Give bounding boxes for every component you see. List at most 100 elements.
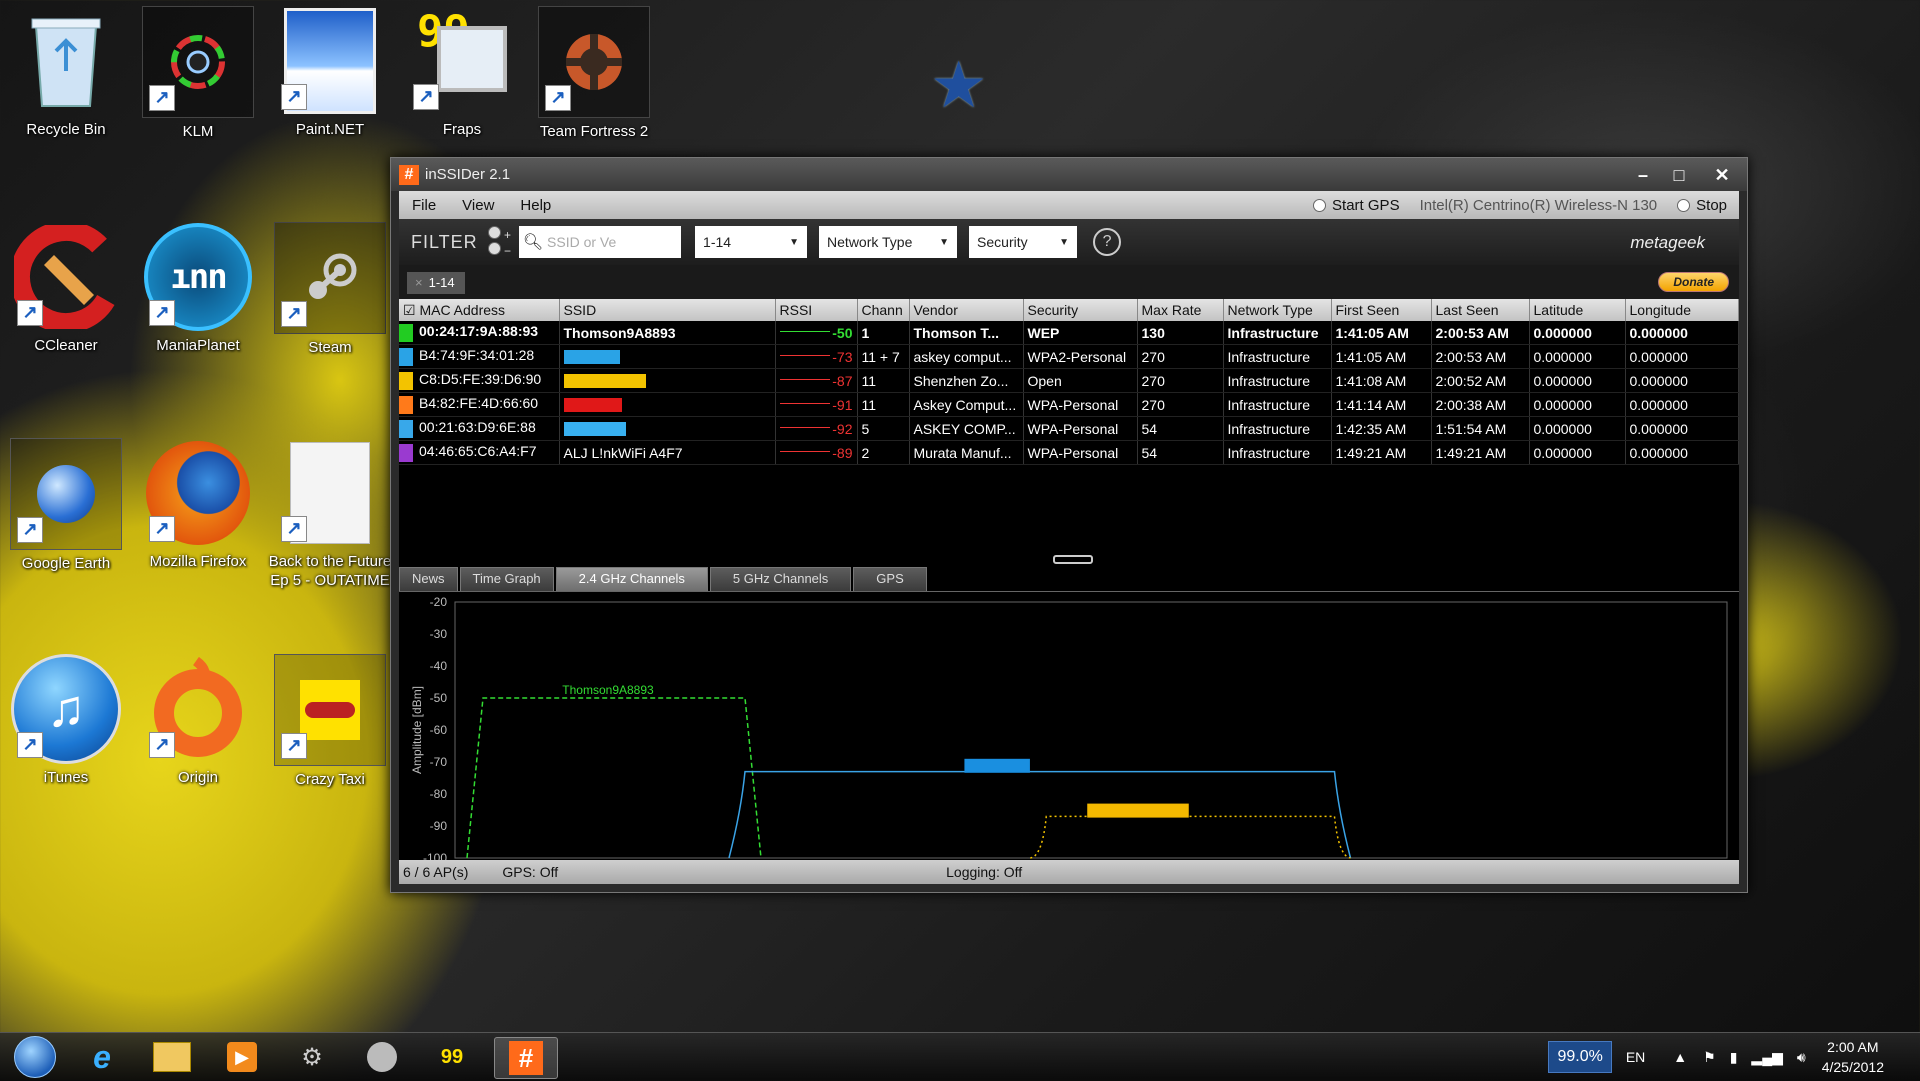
panel-splitter[interactable] bbox=[1053, 555, 1093, 564]
table-row[interactable]: 00:24:17:9A:88:93 Thomson9A8893 -50 1 Thomso… bbox=[399, 321, 1739, 345]
network-color-swatch[interactable] bbox=[399, 347, 413, 366]
desktop-icon-ccleaner[interactable]: ↗ CCleaner bbox=[0, 222, 132, 355]
minimize-button[interactable]: – bbox=[1625, 163, 1661, 187]
taskbar: e ▶ ⚙ 99 # 99.0% EN ▲ ⚑ ▮ ▂▄▆ 🔊︎ 2:00 AM… bbox=[0, 1032, 1920, 1081]
network-color-swatch[interactable] bbox=[399, 371, 413, 390]
series-line[interactable] bbox=[728, 770, 1352, 859]
desktop-icon-steam[interactable]: ↗ Steam bbox=[264, 222, 396, 357]
battery-meter[interactable]: 99.0% bbox=[1548, 1041, 1612, 1073]
desktop-icon-maniaplanet[interactable]: ınn ↗ ManiaPlanet bbox=[132, 222, 264, 355]
donate-button[interactable]: Donate bbox=[1658, 272, 1729, 292]
desktop-icon-back-to-the-future[interactable]: ↗ Back to the Future Ep 5 - OUTATIME bbox=[264, 438, 396, 590]
window-titlebar[interactable]: # inSSIDer 2.1 – □ ✕ bbox=[391, 158, 1747, 191]
adapter-select[interactable]: Intel(R) Centrino(R) Wireless-N 130 bbox=[1420, 197, 1658, 214]
column-header[interactable]: Vendor bbox=[909, 299, 1024, 321]
desktop-icon-crazy-taxi[interactable]: ↗ Crazy Taxi bbox=[264, 654, 396, 789]
network-icon[interactable]: ▂▄▆ bbox=[1751, 1049, 1782, 1066]
tab-news[interactable]: News bbox=[399, 567, 458, 591]
network-color-swatch[interactable] bbox=[399, 395, 413, 414]
filter-mode-toggle[interactable]: + − bbox=[487, 226, 511, 258]
stop-radio[interactable] bbox=[1677, 198, 1691, 212]
start-gps-radio[interactable] bbox=[1313, 198, 1327, 212]
desktop-icon-team-fortress-2[interactable]: ↗ Team Fortress 2 bbox=[528, 6, 660, 141]
security-select[interactable]: Security ▼ bbox=[969, 226, 1078, 258]
column-header-label: MAC Address bbox=[419, 301, 506, 318]
show-hidden-icons-button[interactable]: ▲ bbox=[1673, 1049, 1687, 1065]
table-row[interactable]: 04:46:65:C6:A4:F7 ALJ L!nkWiFi A4F7 -89 2 Mu… bbox=[399, 440, 1739, 465]
taskbar-explorer-icon[interactable] bbox=[144, 1037, 200, 1077]
column-header[interactable]: Security bbox=[1023, 299, 1138, 321]
network-type-select[interactable]: Network Type ▼ bbox=[819, 226, 958, 258]
table-row[interactable]: B4:82:FE:4D:66:60 -91 11 Askey Comput... WPA… bbox=[399, 392, 1739, 417]
volume-icon[interactable]: 🔊︎ bbox=[1797, 1049, 1806, 1066]
network-color-swatch[interactable] bbox=[399, 419, 413, 438]
cell-latitude: 0.000000 bbox=[1529, 416, 1626, 441]
close-button[interactable]: ✕ bbox=[1697, 163, 1747, 187]
taskbar-fraps-icon[interactable]: 99 bbox=[424, 1037, 480, 1077]
maximize-button[interactable]: □ bbox=[1661, 163, 1697, 187]
network-color-swatch[interactable] bbox=[399, 443, 413, 462]
desktop-icon-google-earth[interactable]: ↗ Google Earth bbox=[0, 438, 132, 573]
start-gps-label[interactable]: Start GPS bbox=[1332, 197, 1400, 214]
column-header[interactable]: SSID bbox=[559, 299, 776, 321]
tab-gps[interactable]: GPS bbox=[853, 567, 927, 591]
taskbar-steam-icon[interactable]: ⚙ bbox=[284, 1037, 340, 1077]
clock[interactable]: 2:00 AM 4/25/2012 bbox=[1822, 1037, 1884, 1077]
column-header[interactable]: Longitude bbox=[1625, 299, 1739, 321]
flag-icon[interactable]: ⚑ bbox=[1703, 1049, 1716, 1066]
channel-filter-tag[interactable]: × 1-14 bbox=[407, 272, 465, 294]
taskbar-media-player-icon[interactable]: ▶ bbox=[214, 1037, 270, 1077]
tab-24ghz-channels[interactable]: 2.4 GHz Channels bbox=[555, 567, 708, 591]
menu-view[interactable]: View bbox=[449, 197, 507, 214]
tab-time-graph[interactable]: Time Graph bbox=[459, 567, 554, 591]
series-line[interactable] bbox=[466, 697, 762, 859]
column-header[interactable]: RSSI bbox=[775, 299, 858, 321]
power-icon[interactable]: ▮ bbox=[1730, 1049, 1738, 1066]
stop-label[interactable]: Stop bbox=[1696, 197, 1727, 214]
desktop-icon-origin[interactable]: ↗ Origin bbox=[132, 654, 264, 787]
desktop-icon-mozilla-firefox[interactable]: ↗ Mozilla Firefox bbox=[132, 438, 264, 571]
cell-vendor: Askey Comput... bbox=[909, 392, 1024, 417]
taskbar-clapper-icon[interactable] bbox=[354, 1037, 410, 1077]
recycle-bin-icon bbox=[11, 6, 121, 116]
menu-help[interactable]: Help bbox=[507, 197, 564, 214]
column-header[interactable]: Max Rate bbox=[1137, 299, 1224, 321]
menu-file[interactable]: File bbox=[399, 197, 449, 214]
network-color-swatch[interactable] bbox=[399, 323, 413, 342]
cell-ssid bbox=[559, 368, 776, 393]
taskbar-internet-explorer-icon[interactable]: e bbox=[74, 1037, 130, 1077]
channel-filter-select[interactable]: 1-14 ▼ bbox=[695, 226, 808, 258]
clock-date: 4/25/2012 bbox=[1821, 1059, 1884, 1075]
column-header[interactable]: Chann bbox=[857, 299, 910, 321]
column-header[interactable]: ☑ MAC Address bbox=[399, 299, 560, 321]
desktop-icon-label: Paint.NET bbox=[295, 121, 365, 138]
column-header[interactable]: First Seen bbox=[1331, 299, 1432, 321]
desktop-icon-paint-net[interactable]: ↗ Paint.NET bbox=[264, 6, 396, 139]
desktop-icon-klm[interactable]: ↗ KLM bbox=[132, 6, 264, 141]
desktop-icon-fraps[interactable]: 99 ↗ Fraps bbox=[396, 6, 528, 139]
column-header[interactable]: Latitude bbox=[1529, 299, 1626, 321]
column-header[interactable]: Network Type bbox=[1223, 299, 1332, 321]
shortcut-arrow-icon: ↗ bbox=[17, 517, 43, 543]
shortcut-arrow-icon: ↗ bbox=[149, 300, 175, 326]
desktop-icon-itunes[interactable]: ♫ ↗ iTunes bbox=[0, 654, 132, 787]
table-row[interactable]: B4:74:9F:34:01:28 -73 11 + 7 askey comput..… bbox=[399, 344, 1739, 369]
desktop-icon-label: Crazy Taxi bbox=[295, 771, 365, 788]
network-marker[interactable] bbox=[964, 758, 1030, 773]
origin-icon: ↗ bbox=[143, 654, 253, 764]
hidden-ssid-bar bbox=[563, 421, 626, 436]
remove-filter-icon[interactable]: × bbox=[415, 275, 423, 290]
column-header[interactable]: Last Seen bbox=[1431, 299, 1530, 321]
ssid-search-input[interactable]: 🔍︎ SSID or Ve bbox=[519, 226, 682, 258]
language-indicator[interactable]: EN bbox=[1626, 1049, 1645, 1065]
network-marker[interactable] bbox=[1087, 803, 1189, 818]
table-row[interactable]: 00:21:63:D9:6E:88 -92 5 ASKEY COMP... WPA-Pe… bbox=[399, 416, 1739, 441]
tab-5ghz-channels[interactable]: 5 GHz Channels bbox=[709, 567, 852, 591]
start-button[interactable] bbox=[4, 1036, 66, 1078]
select-all-checkbox[interactable]: ☑ bbox=[403, 302, 419, 318]
desktop-icon-recycle-bin[interactable]: Recycle Bin bbox=[0, 6, 132, 139]
series-line[interactable] bbox=[1030, 815, 1351, 859]
table-row[interactable]: C8:D5:FE:39:D6:90 -87 11 Shenzhen Zo... Open… bbox=[399, 368, 1739, 393]
taskbar-inssider-icon[interactable]: # bbox=[494, 1037, 558, 1079]
help-button[interactable]: ? bbox=[1093, 228, 1122, 256]
